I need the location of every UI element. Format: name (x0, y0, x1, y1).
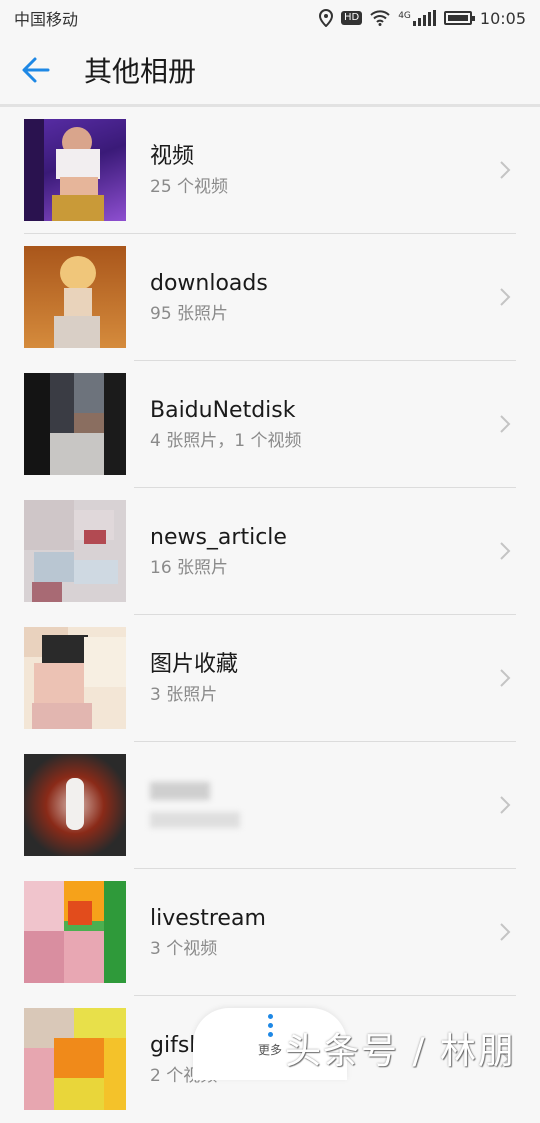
chevron-right-icon (500, 542, 511, 560)
album-row-videos[interactable]: 视频 25 个视频 (0, 107, 540, 234)
album-thumbnail (24, 246, 126, 348)
chevron-right-icon (500, 161, 511, 179)
album-row-downloads[interactable]: downloads 95 张照片 (0, 234, 540, 361)
album-title: BaiduNetdisk (150, 398, 296, 423)
album-count: 3 个视频 (150, 939, 218, 959)
clock: 10:05 (479, 8, 526, 28)
chevron-right-icon (500, 288, 511, 306)
arrow-left-icon (22, 57, 50, 83)
album-thumbnail (24, 500, 126, 602)
back-button[interactable] (0, 36, 72, 104)
album-thumbnail (24, 119, 126, 221)
album-count: 95 张照片 (150, 304, 229, 324)
album-list: 视频 25 个视频 downloads 95 张照片 BaiduNetdisk … (0, 107, 540, 1123)
album-row-favorites[interactable]: 图片收藏 3 张照片 (0, 615, 540, 742)
chevron-right-icon (500, 415, 511, 433)
album-row-livestream[interactable]: livestream 3 个视频 (0, 869, 540, 996)
album-row-hidden[interactable] (0, 742, 540, 869)
album-title: downloads (150, 271, 268, 296)
album-thumbnail (24, 754, 126, 856)
status-bar: 中国移动 HD 4G 10:05 (0, 0, 540, 36)
page-title: 其他相册 (84, 55, 197, 88)
album-thumbnail (24, 627, 126, 729)
album-thumbnail (24, 1008, 126, 1110)
location-icon (318, 9, 333, 27)
album-count: 3 张照片 (150, 685, 218, 705)
chevron-right-icon (500, 923, 511, 941)
album-count: 25 个视频 (150, 177, 229, 197)
album-count: 4 张照片，1 个视频 (150, 431, 302, 451)
battery-icon (443, 11, 475, 25)
album-title (150, 782, 210, 800)
carrier-label: 中国移动 (14, 10, 79, 29)
album-row-baidunetdisk[interactable]: BaiduNetdisk 4 张照片，1 个视频 (0, 361, 540, 488)
chevron-right-icon (500, 669, 511, 687)
watermark: 头条号 / 林朋 (284, 1031, 516, 1072)
chevron-right-icon (500, 796, 511, 814)
status-icons: HD 4G 10:05 (318, 8, 526, 28)
signal-icon (412, 10, 436, 26)
album-count (150, 812, 240, 828)
album-thumbnail (24, 373, 126, 475)
album-title: 图片收藏 (150, 652, 239, 677)
wifi-icon (370, 10, 390, 26)
album-title: 视频 (150, 144, 195, 169)
album-row-news-article[interactable]: news_article 16 张照片 (0, 488, 540, 615)
more-vertical-icon (267, 1014, 273, 1037)
album-title: livestream (150, 906, 266, 931)
album-count: 16 张照片 (150, 558, 229, 578)
app-bar: 其他相册 (0, 36, 540, 104)
network-type: 4G (398, 10, 411, 21)
hd-badge: HD (340, 11, 363, 25)
album-title: news_article (150, 525, 287, 550)
album-thumbnail (24, 881, 126, 983)
more-label: 更多 (257, 1043, 282, 1057)
